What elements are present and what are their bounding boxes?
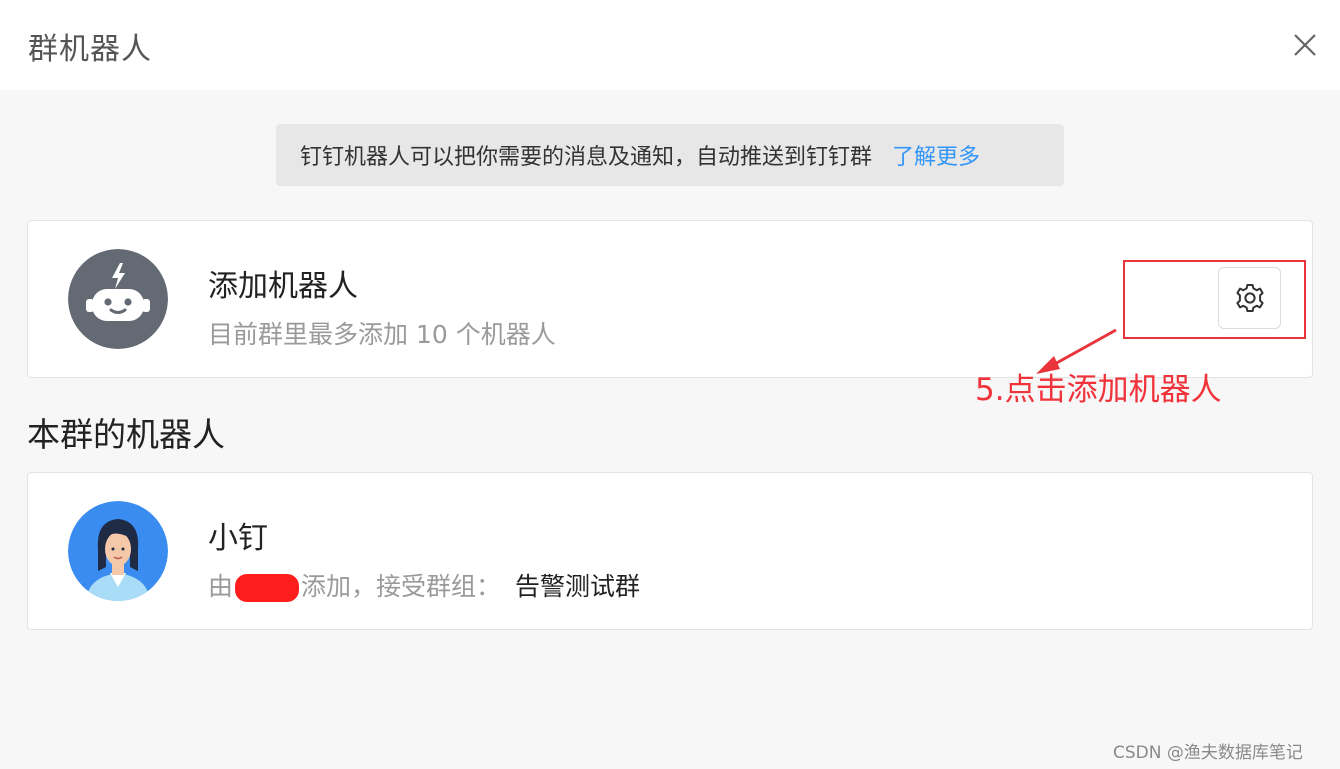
dialog-title: 群机器人	[28, 32, 152, 67]
close-button[interactable]	[1288, 28, 1322, 62]
add-robot-card[interactable]: 添加机器人 目前群里最多添加 10 个机器人	[27, 220, 1313, 378]
add-robot-subtitle: 目前群里最多添加 10 个机器人	[208, 320, 556, 349]
robot-name: 小钉	[208, 521, 268, 556]
redacted-username	[235, 574, 300, 602]
annotation-highlight-box	[1123, 260, 1306, 339]
close-icon[interactable]	[1288, 28, 1322, 62]
robot-list-item[interactable]: 小钉 由 添加，接受群组： 告警测试群	[27, 472, 1313, 630]
info-notice: 钉钉机器人可以把你需要的消息及通知，自动推送到钉钉群 了解更多	[276, 124, 1064, 186]
added-by-prefix: 由	[208, 572, 234, 601]
learn-more-link[interactable]: 了解更多	[892, 139, 980, 171]
robot-icon	[68, 249, 168, 349]
robot-added-info: 由 添加，接受群组： 告警测试群	[208, 567, 640, 603]
watermark: CSDN @渔夫数据库笔记	[1113, 743, 1303, 763]
group-name: 告警测试群	[515, 572, 641, 601]
notice-text: 钉钉机器人可以把你需要的消息及通知，自动推送到钉钉群	[300, 145, 873, 170]
added-by-suffix: 添加，接受群组：	[301, 572, 502, 601]
add-robot-title: 添加机器人	[208, 269, 358, 304]
annotation-text: 5.点击添加机器人	[975, 372, 1222, 408]
robot-avatar	[68, 501, 168, 601]
dialog-header: 群机器人	[0, 0, 1340, 90]
section-title: 本群的机器人	[27, 415, 225, 454]
